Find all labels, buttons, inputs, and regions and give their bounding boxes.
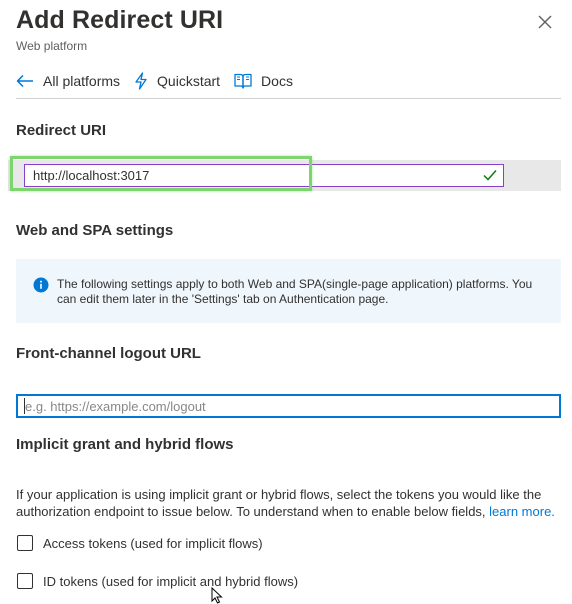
access-tokens-option[interactable]: Access tokens (used for implicit flows) [17,535,263,551]
id-tokens-option[interactable]: ID tokens (used for implicit and hybrid … [17,573,298,589]
quickstart-label: Quickstart [157,73,221,89]
front-channel-logout-input[interactable] [16,394,561,418]
quickstart-button[interactable]: Quickstart [134,72,220,90]
learn-more-link[interactable]: learn more. [489,504,555,519]
close-icon [538,15,552,29]
arrow-left-icon [16,74,33,88]
id-tokens-checkbox[interactable] [17,573,33,589]
info-message-bar: The following settings apply to both Web… [16,259,561,323]
checkmark-icon [483,170,497,181]
panel-title: Add Redirect URI [16,6,224,34]
book-icon [234,73,252,89]
redirect-uri-input[interactable] [33,165,473,186]
access-tokens-checkbox[interactable] [17,535,33,551]
info-icon [33,277,49,293]
id-tokens-label: ID tokens (used for implicit and hybrid … [43,573,299,589]
panel-subtitle: Web platform [16,39,88,53]
toolbar: All platforms Quickstart Docs [16,70,307,92]
info-message-text: The following settings apply to both Web… [57,277,533,306]
redirect-uri-heading: Redirect URI [16,122,107,139]
close-button[interactable] [536,13,554,31]
lightning-icon [135,72,147,90]
access-tokens-label: Access tokens (used for implicit flows) [43,535,263,551]
text-caret [24,398,25,414]
all-platforms-label: All platforms [43,73,121,89]
redirect-uri-field[interactable] [24,164,504,187]
docs-button[interactable]: Docs [234,73,293,89]
docs-label: Docs [261,73,293,89]
mouse-pointer-icon [211,587,223,604]
toolbar-divider [16,98,561,99]
all-platforms-button[interactable]: All platforms [16,73,120,89]
implicit-grant-description: If your application is using implicit gr… [16,486,564,520]
implicit-grant-description-text: If your application is using implicit gr… [16,487,542,519]
implicit-grant-heading: Implicit grant and hybrid flows [16,436,234,453]
front-channel-logout-heading: Front-channel logout URL [16,345,201,362]
web-spa-settings-heading: Web and SPA settings [16,222,174,239]
